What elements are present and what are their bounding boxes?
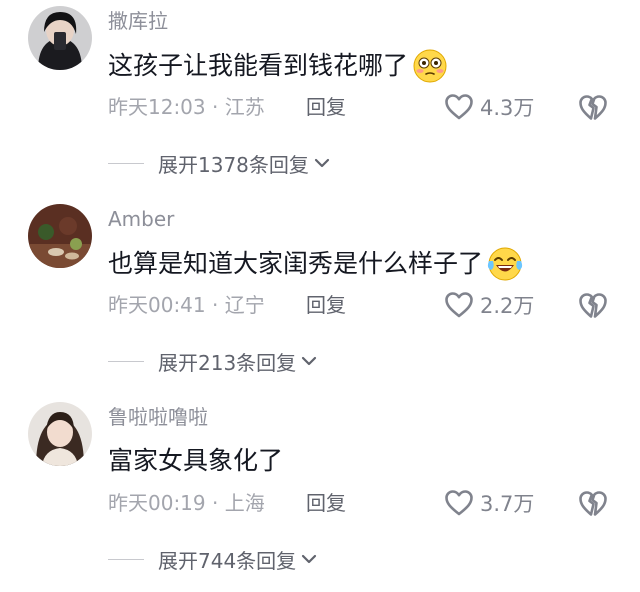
expand-replies-label: 展开213条回复 — [158, 350, 297, 375]
avatar[interactable] — [28, 204, 92, 268]
heart-icon — [445, 94, 473, 120]
avatar[interactable] — [28, 6, 92, 70]
comment-time-location: 昨天12:03 · 江苏 — [108, 95, 265, 119]
expand-replies-label: 展开744条回复 — [158, 548, 297, 573]
dislike-button[interactable] — [578, 94, 608, 126]
reply-button[interactable]: 回复 — [306, 92, 346, 122]
comment-text-content: 这孩子让我能看到钱花哪了 — [108, 51, 409, 80]
broken-heart-icon — [579, 491, 607, 516]
expand-replies-button[interactable]: 展开213条回复 — [108, 346, 318, 376]
chevron-down-icon — [314, 158, 330, 168]
dislike-button[interactable] — [578, 490, 608, 522]
flushed-face-emoji-icon — [412, 48, 448, 84]
chevron-down-icon — [302, 356, 317, 366]
comment-item: 鲁啦啦噜啦 富家女具象化了 昨天00:19 · 上海 回复 3.7万 展开744… — [0, 396, 640, 592]
username[interactable]: Amber — [108, 206, 174, 232]
like-count: 2.2万 — [480, 294, 535, 318]
chevron-down-icon — [302, 554, 317, 564]
dislike-button[interactable] — [578, 292, 608, 324]
divider-line — [108, 162, 144, 164]
expand-replies-label: 展开1378条回复 — [158, 152, 309, 177]
comment-text: 富家女具象化了 — [108, 444, 283, 478]
like-button[interactable]: 3.7万 — [444, 488, 534, 518]
like-button[interactable]: 2.2万 — [444, 290, 534, 320]
expand-replies-button[interactable]: 展开744条回复 — [108, 544, 318, 574]
comment-text: 也算是知道大家闺秀是什么样子了 — [108, 246, 523, 282]
heart-icon — [445, 292, 473, 318]
username[interactable]: 撒库拉 — [108, 8, 168, 34]
divider-line — [108, 558, 144, 560]
broken-heart-icon — [579, 293, 607, 318]
comment-text-content: 也算是知道大家闺秀是什么样子了 — [108, 249, 484, 278]
heart-icon — [445, 490, 473, 516]
reply-button[interactable]: 回复 — [306, 488, 346, 518]
like-button[interactable]: 4.3万 — [444, 92, 534, 122]
comment-item: Amber 也算是知道大家闺秀是什么样子了 昨天00:41 · 辽宁 回复 2.… — [0, 198, 640, 394]
like-count: 4.3万 — [480, 96, 535, 120]
avatar[interactable] — [28, 402, 92, 466]
comment-time-location: 昨天00:19 · 上海 — [108, 491, 265, 515]
broken-heart-icon — [579, 95, 607, 120]
comment-time-location: 昨天00:41 · 辽宁 — [108, 293, 265, 317]
like-count: 3.7万 — [480, 492, 535, 516]
divider-line — [108, 360, 144, 362]
reply-button[interactable]: 回复 — [306, 290, 346, 320]
comment-item: 撒库拉 这孩子让我能看到钱花哪了 昨天12:03 · 江苏 回复 4.3万 展开… — [0, 0, 640, 196]
laughing-tears-emoji-icon — [487, 246, 523, 282]
username[interactable]: 鲁啦啦噜啦 — [108, 404, 208, 430]
expand-replies-button[interactable]: 展开1378条回复 — [108, 148, 331, 178]
comment-text: 这孩子让我能看到钱花哪了 — [108, 48, 448, 84]
comment-text-content: 富家女具象化了 — [108, 446, 284, 475]
